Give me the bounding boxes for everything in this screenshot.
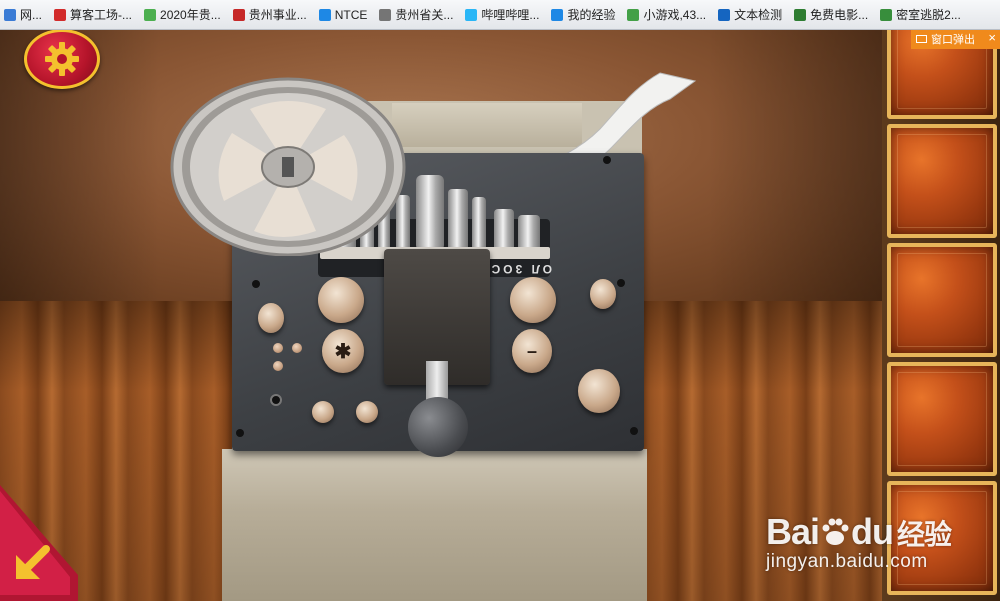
screw — [617, 279, 625, 287]
bookmark-label: 2020年贵... — [160, 8, 221, 22]
settings-button[interactable] — [24, 29, 100, 89]
roller[interactable] — [416, 175, 444, 251]
bookmark-label: 密室逃脱2... — [896, 8, 961, 22]
bookmark-item[interactable]: NTCE — [315, 0, 376, 29]
dial-left-top[interactable] — [318, 277, 364, 323]
bookmark-label: 我的经验 — [567, 8, 616, 22]
bookmark-favicon-icon — [551, 8, 564, 21]
screw — [630, 427, 638, 435]
roller[interactable] — [518, 215, 540, 251]
bookmark-label: 贵州事业... — [248, 8, 307, 22]
inventory-slot[interactable] — [887, 124, 997, 238]
dial-right-top[interactable] — [510, 277, 556, 323]
inventory-slot[interactable] — [887, 362, 997, 476]
dial-minus[interactable]: – — [512, 329, 552, 373]
bookmark-item[interactable]: 2020年贵... — [140, 0, 229, 29]
dial-bottom-right[interactable] — [578, 369, 620, 413]
bookmarks-bar: 网... 算客工场-... 2020年贵... 贵州事业... NTCE 贵州省关... 哔… — [0, 0, 1000, 30]
watermark-logo-tail: du — [851, 511, 894, 552]
dial-star[interactable]: ✱ — [322, 329, 364, 373]
bookmark-item[interactable]: 网... — [0, 0, 50, 29]
baidu-watermark: Bai du 经验 jingyan.baidu.com — [766, 511, 952, 573]
paw-icon — [822, 518, 849, 545]
gear-icon — [45, 42, 79, 76]
bookmark-label: 贵州省关... — [395, 8, 454, 22]
close-icon[interactable]: × — [988, 30, 996, 45]
bookmark-favicon-icon — [880, 8, 893, 21]
bookmark-favicon-icon — [718, 8, 731, 21]
bookmark-item[interactable]: 文本检测 — [714, 0, 790, 29]
bookmark-item[interactable]: 贵州事业... — [229, 0, 315, 29]
knob-bottom-2[interactable] — [356, 401, 378, 423]
roller[interactable] — [448, 189, 468, 251]
bookmark-label: 网... — [20, 8, 43, 22]
watermark-suffix: 经验 — [897, 519, 952, 550]
bookmark-favicon-icon — [4, 8, 16, 21]
bookmark-favicon-icon — [379, 8, 392, 21]
bookmark-item[interactable]: 算客工场-... — [50, 0, 140, 29]
bookmark-label: NTCE — [334, 7, 368, 22]
watermark-url: jingyan.baidu.com — [766, 551, 928, 572]
screw — [603, 156, 611, 164]
bookmark-favicon-icon — [465, 8, 478, 21]
inventory-slot[interactable] — [887, 243, 997, 357]
bookmark-label: 小游戏,43... — [643, 8, 707, 22]
bookmark-favicon-icon — [318, 8, 331, 21]
bookmark-favicon-icon — [232, 8, 245, 21]
switch-knob[interactable] — [273, 343, 283, 353]
screw — [252, 280, 260, 288]
screw — [236, 429, 244, 437]
bookmark-label: 算客工场-... — [70, 8, 133, 22]
knob-bottom-1[interactable] — [312, 401, 334, 423]
bookmark-item[interactable]: 密室逃脱2... — [876, 0, 969, 29]
back-button[interactable] — [0, 485, 78, 601]
watermark-logo: Bai — [766, 511, 820, 552]
bookmark-favicon-icon — [794, 8, 807, 21]
bookmark-favicon-icon — [627, 8, 640, 21]
game-scene: 941 ОЛ 3ОС ✱ – — [0, 29, 1000, 601]
film-reel[interactable] — [170, 71, 410, 256]
stone-pedestal — [222, 449, 647, 601]
roller[interactable] — [472, 197, 486, 251]
knob-small-right[interactable] — [590, 279, 616, 309]
switch-knob[interactable] — [273, 361, 283, 371]
knob-small-left[interactable] — [258, 303, 284, 333]
monitor-icon — [916, 35, 927, 43]
bookmark-label: 哔哩哔哩... — [481, 8, 540, 22]
screw — [270, 394, 282, 406]
bookmark-label: 免费电影... — [810, 8, 869, 22]
popout-label: 窗口弹出 — [931, 34, 975, 46]
bookmark-item[interactable]: 我的经验 — [547, 0, 623, 29]
switch-knob[interactable] — [292, 343, 302, 353]
bookmark-label: 文本检测 — [734, 8, 783, 22]
bookmark-item[interactable]: 贵州省关... — [375, 0, 461, 29]
bookmark-favicon-icon — [144, 8, 157, 21]
lever-ball[interactable] — [408, 397, 468, 457]
bookmark-item[interactable]: 免费电影... — [790, 0, 876, 29]
popout-window-button[interactable]: 窗口弹出 × — [911, 29, 1000, 49]
bookmark-item[interactable]: 哔哩哔哩... — [461, 0, 547, 29]
bookmark-item[interactable]: 小游戏,43... — [623, 0, 714, 29]
roller[interactable] — [494, 209, 514, 251]
bookmark-favicon-icon — [54, 8, 67, 21]
